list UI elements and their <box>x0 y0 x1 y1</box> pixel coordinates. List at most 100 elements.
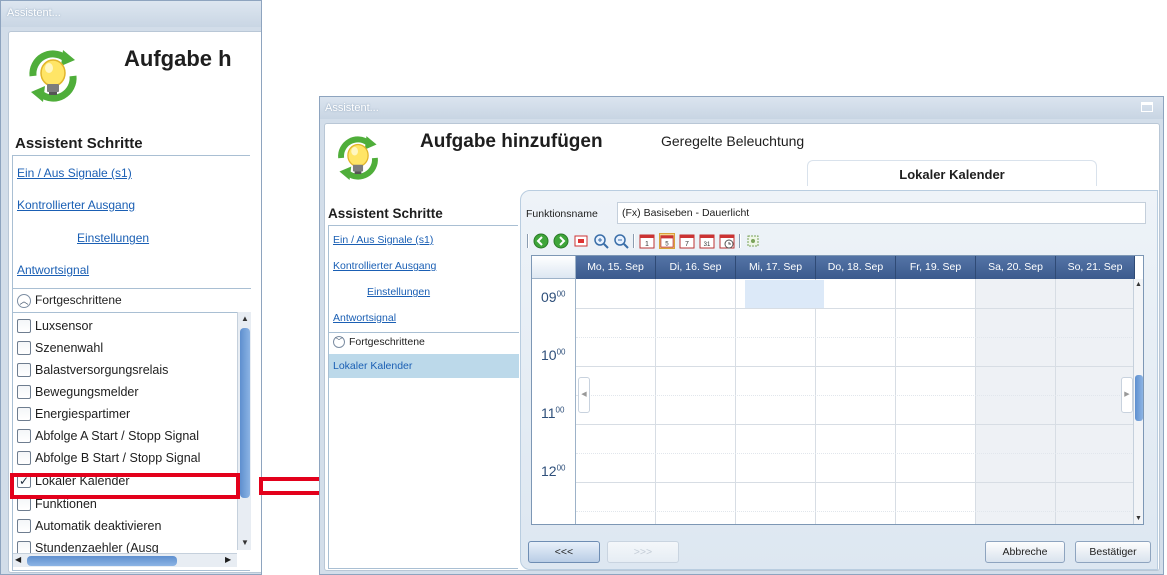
scrollbar-thumb[interactable] <box>240 328 250 498</box>
settings-icon[interactable] <box>745 233 761 249</box>
window-title: Assistent... <box>325 102 379 114</box>
calendar-31-day-icon[interactable]: 31 <box>699 233 715 249</box>
check-item-luxsensor[interactable]: Luxsensor <box>17 318 93 339</box>
next-button[interactable]: >>> <box>607 541 679 563</box>
step-ein-aus-signale[interactable]: Ein / Aus Signale (s1) <box>17 166 132 180</box>
time-label: 1000 <box>541 347 566 363</box>
check-item-label: Balastversorgungsrelais <box>35 363 169 377</box>
zoom-in-icon[interactable] <box>593 233 609 249</box>
check-item-szenenwahl[interactable]: Szenenwahl <box>17 340 103 361</box>
checkbox[interactable] <box>17 450 31 465</box>
checkbox[interactable] <box>17 428 31 443</box>
function-name-label: Funktionsname <box>526 208 598 220</box>
hour-line <box>576 308 1140 309</box>
check-item-label: Luxsensor <box>35 319 93 333</box>
time-label: 1100 <box>541 405 565 421</box>
calendar-5-day-icon[interactable]: 5 <box>659 233 675 249</box>
steps-title: Assistent Schritte <box>328 206 443 221</box>
step-lokaler-kalender[interactable]: Lokaler Kalender <box>329 354 519 378</box>
step-ein-aus-signale[interactable]: Ein / Aus Signale (s1) <box>333 234 433 246</box>
maximize-icon[interactable] <box>1141 102 1153 112</box>
checkbox[interactable] <box>17 340 31 355</box>
checkbox[interactable] <box>17 384 31 399</box>
step-einstellungen[interactable]: Einstellungen <box>367 286 430 298</box>
advanced-section-toggle[interactable]: ﹀ Fortgeschrittene <box>329 332 519 354</box>
scrollbar-thumb[interactable] <box>27 556 177 566</box>
day-column[interactable] <box>656 279 736 524</box>
step-antwortsignal[interactable]: Antwortsignal <box>333 312 396 324</box>
svg-text:1: 1 <box>645 241 649 248</box>
check-item-abfolge-b[interactable]: Abfolge B Start / Stopp Signal <box>17 450 201 471</box>
tab-lokaler-kalender[interactable]: Lokaler Kalender <box>807 160 1097 186</box>
day-column[interactable] <box>736 279 816 524</box>
check-item-energiespartimer[interactable]: Energiespartimer <box>17 406 130 427</box>
previous-appointment-tab[interactable]: ◀ <box>578 377 590 413</box>
calendar-vertical-scrollbar[interactable]: ▲ ▼ <box>1133 279 1143 524</box>
hour-line <box>576 366 1140 367</box>
check-item-label: Bewegungsmelder <box>35 385 139 399</box>
check-item-balastversorgungsrelais[interactable]: Balastversorgungsrelais <box>17 362 169 383</box>
highlight-box <box>10 473 240 499</box>
scroll-right-icon[interactable]: ▶ <box>225 555 231 564</box>
back-button[interactable]: <<< <box>528 541 600 563</box>
scroll-up-icon[interactable]: ▲ <box>1135 281 1142 288</box>
calendar-timeline-icon[interactable] <box>719 233 735 249</box>
current-time-slot[interactable] <box>745 280 824 308</box>
large-wizard-window: Assistent... Aufgabe hinzufügen Geregelt… <box>319 96 1164 575</box>
large-wizard-body: Aufgabe hinzufügen Geregelte Beleuchtung… <box>324 123 1160 571</box>
time-column: 0900 1000 1100 1200 <box>532 279 576 524</box>
day-header: Fr, 19. Sep <box>896 256 976 279</box>
scrollbar-thumb[interactable] <box>1135 375 1143 421</box>
step-kontrollierter-ausgang[interactable]: Kontrollierter Ausgang <box>17 198 135 212</box>
confirm-button[interactable]: Bestätiger <box>1075 541 1151 563</box>
check-item-label: Abfolge A Start / Stopp Signal <box>35 429 200 443</box>
zoom-out-icon[interactable] <box>613 233 629 249</box>
svg-text:7: 7 <box>685 241 689 248</box>
scroll-up-icon[interactable]: ▲ <box>241 314 249 323</box>
checkbox[interactable] <box>17 362 31 377</box>
steps-panel: Ein / Aus Signale (s1) Kontrollierter Au… <box>328 225 519 569</box>
day-column-weekend[interactable] <box>976 279 1056 524</box>
step-kontrollierter-ausgang[interactable]: Kontrollierter Ausgang <box>333 260 436 272</box>
checkbox[interactable] <box>17 318 31 333</box>
check-item-bewegungsmelder[interactable]: Bewegungsmelder <box>17 384 139 405</box>
check-item-funktionen[interactable]: Funktionen <box>17 496 97 517</box>
function-name-field[interactable]: (Fx) Basiseben - Dauerlicht <box>617 202 1146 224</box>
calendar-corner <box>532 256 576 279</box>
delete-red-icon[interactable] <box>573 233 589 249</box>
check-item-label: Abfolge B Start / Stopp Signal <box>35 451 201 465</box>
check-item-abfolge-a[interactable]: Abfolge A Start / Stopp Signal <box>17 428 200 449</box>
half-hour-line <box>576 337 1140 338</box>
toolbar-separator <box>633 234 635 248</box>
large-wizard-titlebar: Assistent... <box>320 97 1163 119</box>
calendar-7-day-icon[interactable]: 7 <box>679 233 695 249</box>
scroll-left-icon[interactable]: ◀ <box>15 555 21 564</box>
add-green-icon[interactable] <box>533 233 549 249</box>
add-green-icon[interactable] <box>553 233 569 249</box>
checklist-vertical-scrollbar[interactable]: ▲ ▼ <box>237 312 251 550</box>
bulb-logo-icon <box>338 136 378 180</box>
day-header: Mi, 17. Sep <box>736 256 816 279</box>
day-header: Di, 16. Sep <box>656 256 736 279</box>
advanced-label: Fortgeschrittene <box>349 336 425 348</box>
checklist-horizontal-scrollbar[interactable]: ◀ ▶ <box>13 553 237 567</box>
scroll-down-icon[interactable]: ▼ <box>241 538 249 547</box>
advanced-section-toggle[interactable]: ︿ Fortgeschrittene <box>13 288 251 312</box>
check-item-automatik-deaktivieren[interactable]: Automatik deaktivieren <box>17 518 161 539</box>
calendar-1-day-icon[interactable]: 1 <box>639 233 655 249</box>
step-antwortsignal[interactable]: Antwortsignal <box>17 263 89 277</box>
chevron-down-icon: ﹀ <box>333 336 345 349</box>
toolbar-separator <box>527 234 529 248</box>
day-column[interactable] <box>896 279 976 524</box>
time-label: 1200 <box>541 463 566 479</box>
page-title: Aufgabe h <box>124 46 232 71</box>
next-appointment-tab[interactable]: ▶ <box>1121 377 1133 413</box>
step-einstellungen[interactable]: Einstellungen <box>77 231 149 245</box>
cancel-button[interactable]: Abbreche <box>985 541 1065 563</box>
day-column[interactable] <box>816 279 896 524</box>
checkbox[interactable] <box>17 518 31 533</box>
checkbox[interactable] <box>17 406 31 421</box>
page-title: Aufgabe hinzufügen <box>420 131 603 152</box>
steps-title: Assistent Schritte <box>15 135 143 152</box>
scroll-down-icon[interactable]: ▼ <box>1135 515 1142 522</box>
